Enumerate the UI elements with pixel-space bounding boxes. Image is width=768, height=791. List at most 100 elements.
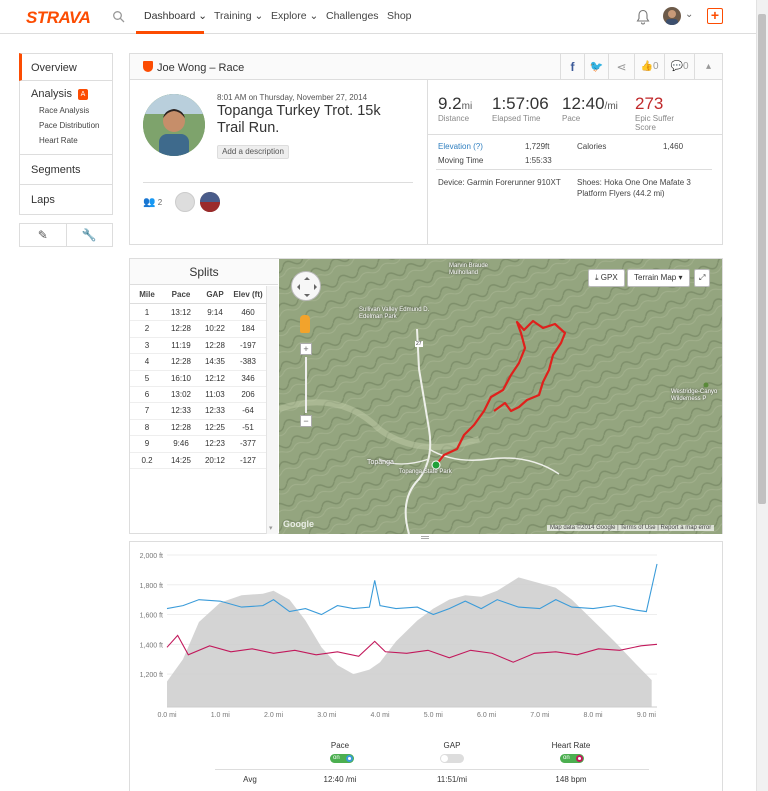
share-icon[interactable]: ⋖ bbox=[608, 54, 634, 80]
split-mile: 0.2 bbox=[141, 455, 153, 465]
chevron-down-icon: ⌄ bbox=[309, 10, 319, 22]
chevron-down-icon: ⌄ bbox=[198, 10, 208, 22]
sidebar-item-pace-distribution[interactable]: Pace Distribution bbox=[31, 118, 112, 133]
user-avatar[interactable] bbox=[663, 7, 681, 25]
report-map-error-link[interactable]: Report a map error bbox=[661, 525, 712, 531]
avg-pace-value: 12:40 /mi bbox=[323, 775, 357, 784]
table-row[interactable]: 1 13:12 9:14 460 bbox=[130, 305, 266, 322]
pace-toggle[interactable]: on bbox=[330, 754, 354, 763]
stat-elapsed-time: 1:57:06 bbox=[492, 94, 549, 113]
table-row[interactable]: 5 16:10 12:12 346 bbox=[130, 371, 266, 387]
nav-challenges[interactable]: Challenges bbox=[326, 10, 379, 22]
nav-training[interactable]: Training ⌄ bbox=[214, 10, 263, 22]
x-tick-label: 3.0 mi bbox=[317, 712, 337, 719]
sidebar-item-analysis[interactable]: Analysis A bbox=[31, 85, 112, 103]
group-athletes[interactable]: 👥 2 bbox=[143, 197, 162, 208]
table-row[interactable]: 6 13:02 11:03 206 bbox=[130, 387, 266, 404]
map-label-park: Topanga State Park bbox=[399, 469, 452, 475]
pan-control[interactable] bbox=[291, 271, 321, 301]
map-label-reserve: Marvin Braude Mulholland bbox=[449, 263, 489, 276]
y-tick-label: 1,200 ft bbox=[140, 672, 163, 679]
bell-icon[interactable] bbox=[636, 9, 650, 25]
x-tick-label: 8.0 mi bbox=[584, 712, 604, 719]
upload-plus-button[interactable]: + bbox=[707, 8, 723, 24]
add-description-button[interactable]: Add a description bbox=[217, 145, 289, 159]
collapse-chevron-icon[interactable]: ▴ bbox=[694, 54, 722, 80]
split-pace: 12:28 bbox=[170, 357, 192, 367]
wrench-icon[interactable]: 🔧 bbox=[67, 224, 113, 246]
terrain-map-image bbox=[279, 259, 722, 534]
map-label-town: Topanga bbox=[367, 459, 394, 466]
comment-icon: 💬 bbox=[670, 61, 683, 72]
table-row[interactable]: 2 12:28 10:22 184 bbox=[130, 321, 266, 338]
stat-suffer-score[interactable]: 273 bbox=[635, 94, 663, 114]
fullscreen-icon[interactable]: ⤢ bbox=[694, 269, 711, 287]
sidebar-item-heart-rate[interactable]: Heart Rate bbox=[31, 133, 112, 148]
split-elev: -127 bbox=[239, 455, 256, 465]
active-nav-indicator bbox=[136, 31, 204, 34]
splits-title: Splits bbox=[130, 259, 278, 285]
activity-title: Topanga Turkey Trot. 15k Trail Run. bbox=[217, 103, 381, 136]
chevron-down-icon: ⌄ bbox=[254, 10, 264, 22]
page-scrollbar[interactable] bbox=[756, 0, 768, 791]
route-map[interactable]: + − ⤓ GPX Terrain Map ▾ ⤢ Sullivan Valle… bbox=[279, 259, 722, 534]
divider bbox=[436, 169, 712, 170]
chevron-down-icon[interactable]: ⌄ bbox=[685, 9, 693, 20]
street-view-pegman-icon[interactable] bbox=[300, 315, 310, 333]
kudos-button[interactable]: 👍0 bbox=[634, 54, 664, 80]
sidebar-item-race-analysis[interactable]: Race Analysis bbox=[31, 103, 112, 118]
zoom-out-button[interactable]: − bbox=[300, 415, 312, 427]
zoom-in-button[interactable]: + bbox=[300, 343, 312, 355]
zoom-slider[interactable] bbox=[305, 357, 307, 413]
nav-shop[interactable]: Shop bbox=[387, 10, 412, 22]
avg-label: Avg bbox=[243, 775, 257, 784]
kudos-avatar[interactable] bbox=[200, 192, 220, 212]
map-label-valley: Sullivan Valley Edmund D. Edelman Park bbox=[359, 307, 430, 320]
stat-calories-label: Calories bbox=[577, 142, 607, 151]
comment-button[interactable]: 💬0 bbox=[664, 54, 694, 80]
table-row[interactable]: 4 12:28 14:35 -383 bbox=[130, 354, 266, 371]
split-gap: 20:12 bbox=[204, 455, 226, 465]
athlete-activity-title[interactable]: Joe Wong – Race bbox=[157, 62, 244, 74]
table-row[interactable]: 7 12:33 12:33 -64 bbox=[130, 403, 266, 420]
table-row[interactable]: 0.2 14:25 20:12 -127 bbox=[130, 453, 266, 469]
kudos-avatar-placeholder[interactable] bbox=[175, 192, 195, 212]
elevation-help-link[interactable]: Elevation (?) bbox=[438, 142, 483, 151]
terrain-map-dropdown[interactable]: Terrain Map ▾ bbox=[627, 269, 690, 287]
terms-of-use-link[interactable]: Terms of Use bbox=[620, 525, 655, 531]
activity-header: Joe Wong – Race f 🐦 ⋖ 👍0 💬0 ▴ bbox=[130, 54, 722, 80]
sidebar-item-overview[interactable]: Overview bbox=[19, 53, 113, 81]
sidebar-item-laps[interactable]: Laps bbox=[19, 185, 113, 215]
heart-rate-toggle[interactable]: on bbox=[560, 754, 584, 763]
search-icon[interactable] bbox=[112, 10, 126, 24]
table-row[interactable]: 8 12:28 12:25 -51 bbox=[130, 420, 266, 437]
splits-scrollbar[interactable]: ▾ bbox=[266, 286, 278, 534]
facebook-share-icon[interactable]: f bbox=[560, 54, 584, 80]
edit-pencil-icon[interactable]: ✎ bbox=[20, 224, 67, 246]
split-mile: 6 bbox=[144, 390, 150, 399]
sidebar-item-segments[interactable]: Segments bbox=[19, 155, 113, 185]
shoes-info: Shoes: Hoka One One Mafate 3 bbox=[577, 178, 691, 187]
split-gap: 12:23 bbox=[204, 439, 226, 449]
split-pace: 14:25 bbox=[170, 455, 192, 465]
stat-suffer-label: Epic Suffer Score bbox=[635, 114, 674, 132]
table-row[interactable]: 3 11:19 12:28 -197 bbox=[130, 338, 266, 355]
twitter-share-icon[interactable]: 🐦 bbox=[584, 54, 608, 80]
google-logo: Google bbox=[283, 519, 314, 529]
shoes-info-detail: Platform Flyers (44.2 mi) bbox=[577, 189, 665, 198]
nav-explore[interactable]: Explore ⌄ bbox=[271, 10, 318, 22]
split-mile: 1 bbox=[144, 308, 150, 317]
table-row[interactable]: 9 9:46 12:23 -377 bbox=[130, 436, 266, 453]
sidebar-section-analysis: Analysis A Race Analysis Pace Distributio… bbox=[19, 81, 113, 155]
nav-dashboard[interactable]: Dashboard ⌄ bbox=[144, 10, 207, 22]
resize-handle[interactable] bbox=[421, 536, 429, 539]
strava-logo[interactable]: STRAVA bbox=[26, 8, 91, 28]
scroll-down-icon[interactable]: ▾ bbox=[269, 524, 273, 532]
col-pace: Pace bbox=[171, 290, 191, 299]
elevation-pace-hr-chart[interactable]: 2,000 ft 1,800 ft 1,600 ft 1,400 ft 1,200 ft… bbox=[129, 545, 723, 725]
split-mile: 3 bbox=[144, 340, 150, 350]
scrollbar-thumb[interactable] bbox=[758, 14, 766, 504]
gpx-download-button[interactable]: ⤓ GPX bbox=[588, 269, 625, 287]
gap-toggle[interactable] bbox=[440, 754, 464, 763]
x-tick-label: 4.0 mi bbox=[371, 712, 391, 719]
